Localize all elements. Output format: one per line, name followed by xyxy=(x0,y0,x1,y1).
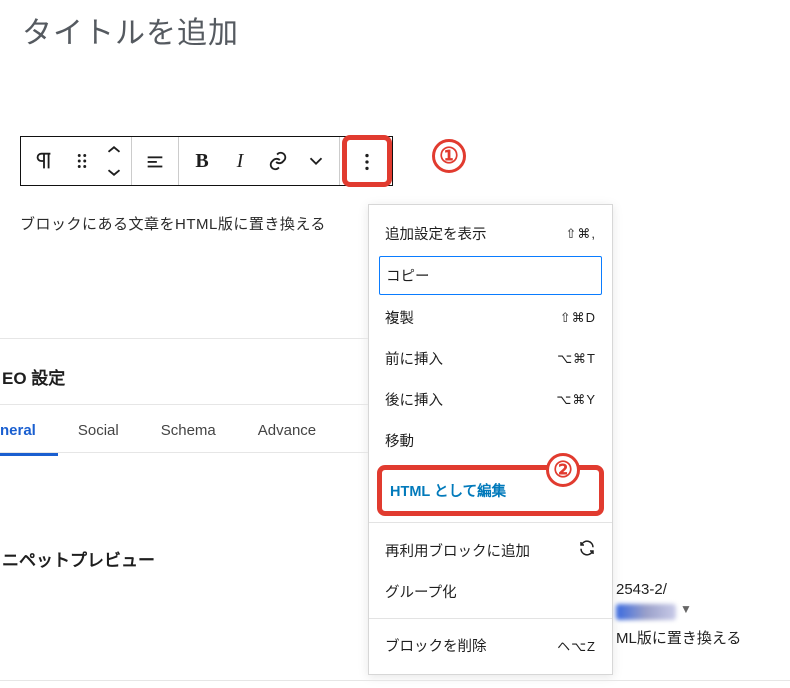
toolbar-group-format: B I xyxy=(179,137,340,185)
shortcut-text: ⇧⌘D xyxy=(560,310,596,326)
align-icon[interactable] xyxy=(136,138,174,184)
menu-separator xyxy=(369,522,612,523)
seo-tabs: neral Social Schema Advance xyxy=(0,416,358,456)
divider xyxy=(0,338,368,339)
snippet-url-fragment: 2543-2/ xyxy=(616,581,667,598)
link-button[interactable] xyxy=(259,138,297,184)
menu-label: 移動 xyxy=(385,430,414,451)
menu-group[interactable]: グループ化 xyxy=(369,571,612,612)
refresh-icon xyxy=(578,539,596,561)
paragraph-content[interactable]: ブロックにある文章をHTML版に置き換える xyxy=(20,213,326,234)
menu-add-reusable[interactable]: 再利用ブロックに追加 xyxy=(369,529,612,571)
more-options-highlight xyxy=(342,135,392,187)
menu-separator xyxy=(369,618,612,619)
menu-move[interactable]: 移動 xyxy=(369,420,612,461)
tab-general[interactable]: neral xyxy=(0,416,58,456)
annotation-1: ① xyxy=(432,139,466,173)
shortcut-text: ⌥⌘Y xyxy=(556,392,596,408)
menu-label: 追加設定を表示 xyxy=(385,223,487,244)
more-options-button[interactable] xyxy=(347,140,387,184)
menu-remove-block[interactable]: ブロックを削除 ヘ⌥Z xyxy=(369,625,612,666)
drag-handle-icon[interactable] xyxy=(63,138,101,184)
tab-schema[interactable]: Schema xyxy=(161,416,238,456)
divider xyxy=(0,452,368,453)
divider xyxy=(0,404,368,405)
menu-label: 前に挿入 xyxy=(385,348,443,369)
paragraph-icon[interactable] xyxy=(25,138,63,184)
block-toolbar: B I xyxy=(20,136,393,186)
menu-show-settings[interactable]: 追加設定を表示 ⇧⌘, xyxy=(369,213,612,254)
bold-button[interactable]: B xyxy=(183,138,221,184)
page-title-input[interactable]: タイトルを追加 xyxy=(22,8,790,52)
caret-down-icon: ▼ xyxy=(680,602,692,616)
menu-copy[interactable]: コピー xyxy=(379,256,602,295)
snippet-title-blur xyxy=(616,604,676,620)
italic-button[interactable]: I xyxy=(221,138,259,184)
menu-insert-before[interactable]: 前に挿入 ⌥⌘T xyxy=(369,338,612,379)
snippet-preview-heading: ニペットプレビュー xyxy=(2,546,155,571)
block-options-menu: 追加設定を表示 ⇧⌘, コピー 複製 ⇧⌘D 前に挿入 ⌥⌘T 後に挿入 ⌥⌘Y… xyxy=(368,204,613,675)
menu-label: ブロックを削除 xyxy=(385,635,487,656)
menu-label: グループ化 xyxy=(385,581,457,602)
divider xyxy=(0,680,790,681)
menu-label: コピー xyxy=(386,265,430,286)
annotation-2: ② xyxy=(546,453,580,487)
tab-advanced[interactable]: Advance xyxy=(258,416,338,456)
snippet-text-fragment: ML版に置き換える xyxy=(616,627,741,648)
toolbar-group-align xyxy=(132,137,179,185)
seo-heading: EO 設定 xyxy=(0,364,65,389)
tab-social[interactable]: Social xyxy=(78,416,141,456)
shortcut-text: ⌥⌘T xyxy=(557,351,596,367)
menu-label: 複製 xyxy=(385,307,414,328)
menu-label: 後に挿入 xyxy=(385,389,443,410)
shortcut-text: ヘ⌥Z xyxy=(557,636,596,655)
toolbar-group-block xyxy=(21,137,132,185)
chevron-down-icon[interactable] xyxy=(297,138,335,184)
menu-label: HTML として編集 xyxy=(390,480,506,501)
menu-insert-after[interactable]: 後に挿入 ⌥⌘Y xyxy=(369,379,612,420)
menu-label: 再利用ブロックに追加 xyxy=(385,540,530,561)
shortcut-text: ⇧⌘, xyxy=(565,226,596,242)
move-updown-icon[interactable] xyxy=(101,138,127,184)
menu-duplicate[interactable]: 複製 ⇧⌘D xyxy=(369,297,612,338)
